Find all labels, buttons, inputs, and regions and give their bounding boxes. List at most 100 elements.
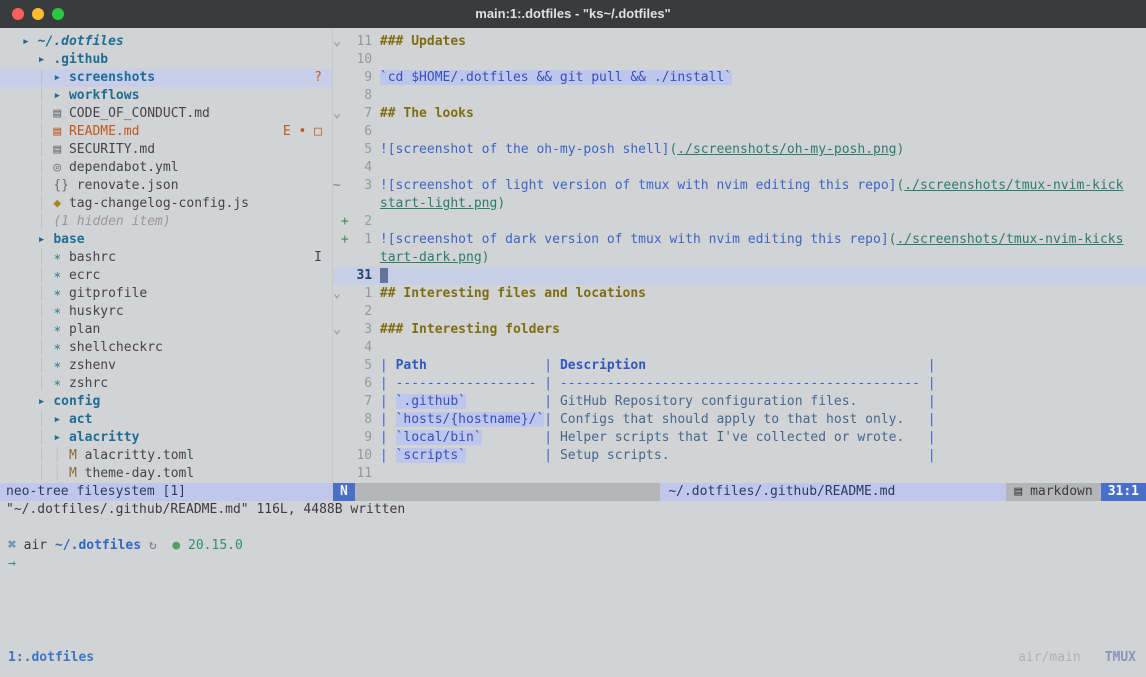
line-content: ### Updates	[380, 33, 1124, 51]
editor-line[interactable]: 5 ![screenshot of the oh-my-posh shell](…	[333, 141, 1146, 159]
expander-open-icon: ▸	[38, 394, 54, 409]
tree-item-zshrc[interactable]: │ ∗ zshrc	[0, 375, 332, 393]
tree-item-label: (1 hidden item)	[53, 214, 170, 229]
line-content: ## Interesting files and locations	[380, 285, 1124, 303]
editor-pane: ⌄ 11 ### Updates 10 9 `cd $HOME/.dotfile…	[333, 28, 1146, 501]
fold-column	[333, 303, 341, 321]
editor-line[interactable]: 11	[333, 465, 1146, 483]
indent-guide: │	[22, 214, 53, 229]
fold-column	[333, 339, 341, 357]
line-content: ### Interesting folders	[380, 321, 1124, 339]
minimize-button[interactable]	[32, 8, 44, 20]
sign-column	[341, 123, 349, 141]
editor-line[interactable]: +2	[333, 213, 1146, 231]
indent-guide: │	[22, 322, 53, 337]
markdown-icon: ▤	[1014, 484, 1022, 499]
tree-item-theme-day-toml[interactable]: │ │ M theme-day.toml	[0, 465, 332, 483]
nvim-area: ▸ ~/.dotfiles ▸ .github │ ▸ screenshots?…	[0, 28, 1146, 501]
shell-area[interactable]: ⌘ air ~/.dotfiles ↻ ● 20.15.0 →	[0, 537, 1146, 573]
fold-column	[333, 51, 341, 69]
tree-item-alacritty-toml[interactable]: │ │ M alacritty.toml	[0, 447, 332, 465]
fold-column	[333, 123, 341, 141]
line-number: 1	[349, 231, 372, 249]
editor-line[interactable]: 8 | `hosts/{hostname}/`| Configs that sh…	[333, 411, 1146, 429]
tree-item-code-of-conduct-md[interactable]: │ ▤ CODE_OF_CONDUCT.md	[0, 105, 332, 123]
tree-item-security-md[interactable]: │ ▤ SECURITY.md	[0, 141, 332, 159]
tree-item-huskyrc[interactable]: │ ∗ huskyrc	[0, 303, 332, 321]
editor-line[interactable]: 8	[333, 87, 1146, 105]
statusline: N ⎇ main▤ +2 ~1◆ E1 ⊙ +++ ~/.dotfiles/.g…	[333, 483, 1146, 501]
editor-line[interactable]: ~ 3 ![screenshot of light version of tmu…	[333, 177, 1146, 213]
editor-line[interactable]: 9 | `local/bin` | Helper scripts that I'…	[333, 429, 1146, 447]
tree-item-renovate-json[interactable]: │ {} renovate.json	[0, 177, 332, 195]
tree-item-1-hidden-item[interactable]: │ (1 hidden item)	[0, 213, 332, 231]
tree-item-ecrc[interactable]: │ ∗ ecrc	[0, 267, 332, 285]
toml-file-icon: M	[69, 466, 85, 481]
close-button[interactable]	[12, 8, 24, 20]
tree-item-workflows[interactable]: │ ▸ workflows	[0, 87, 332, 105]
tree-item-status-badge: ?	[314, 69, 322, 87]
sign-column	[341, 357, 349, 375]
editor-line[interactable]: ⌄ 7 ## The looks	[333, 105, 1146, 123]
editor-line[interactable]: ⌄ 11 ### Updates	[333, 33, 1146, 51]
tree-item-shellcheckrc[interactable]: │ ∗ shellcheckrc	[0, 339, 332, 357]
editor-line[interactable]: 10 | `scripts` | Setup scripts. |	[333, 447, 1146, 465]
sign-column	[341, 159, 349, 177]
tree-item-label: theme-day.toml	[85, 466, 195, 481]
editor-line[interactable]: 4	[333, 159, 1146, 177]
tree-item-base[interactable]: ▸ base	[0, 231, 332, 249]
tree-item-gitprofile[interactable]: │ ∗ gitprofile	[0, 285, 332, 303]
tree-item-dependabot-yml[interactable]: │ ◎ dependabot.yml	[0, 159, 332, 177]
editor-line[interactable]: 10	[333, 51, 1146, 69]
filetype-indicator: ▤ markdown	[1006, 483, 1100, 501]
line-number: 5	[349, 141, 372, 159]
folder-icon: ▸	[53, 412, 69, 427]
line-content: | ------------------ | -----------------…	[380, 375, 1124, 393]
editor-cursor-line[interactable]: 31	[333, 267, 1146, 285]
editor-line[interactable]: 5 | Path | Description |	[333, 357, 1146, 375]
neotree-panel[interactable]: ▸ ~/.dotfiles ▸ .github │ ▸ screenshots?…	[0, 28, 332, 483]
tree-item-zshenv[interactable]: │ ∗ zshenv	[0, 357, 332, 375]
line-content: | `hosts/{hostname}/`| Configs that shou…	[380, 411, 1124, 429]
line-number: 11	[349, 33, 372, 51]
tree-item-label: config	[53, 394, 100, 409]
editor-line[interactable]: ⌄ 1 ## Interesting files and locations	[333, 285, 1146, 303]
tree-item-github[interactable]: ▸ .github	[0, 51, 332, 69]
markdown-file-icon: ▤	[53, 124, 69, 139]
expander-open-icon: ▸	[53, 430, 69, 445]
fullscreen-button[interactable]	[52, 8, 64, 20]
indent-guide: │	[22, 340, 53, 355]
apple-icon: ⌘	[8, 538, 24, 553]
line-number: 8	[349, 411, 372, 429]
editor-line[interactable]: +1 ![screenshot of dark version of tmux …	[333, 231, 1146, 267]
tmux-window-item[interactable]: 1:.dotfiles	[8, 649, 94, 667]
editor-line[interactable]: 6 | ------------------ | ---------------…	[333, 375, 1146, 393]
tree-item-bashrc[interactable]: │ ∗ bashrcI	[0, 249, 332, 267]
editor-line[interactable]: 7 | `.github` | GitHub Repository config…	[333, 393, 1146, 411]
editor-line[interactable]: 4	[333, 339, 1146, 357]
tree-item-act[interactable]: │ ▸ act	[0, 411, 332, 429]
tree-item-label: dependabot.yml	[69, 160, 179, 175]
fold-column	[333, 393, 341, 411]
line-content: ![screenshot of the oh-my-posh shell](./…	[380, 141, 1124, 159]
sign-column	[341, 321, 349, 339]
tree-item-dotfiles[interactable]: ▸ ~/.dotfiles	[0, 33, 332, 51]
editor-buffer[interactable]: ⌄ 11 ### Updates 10 9 `cd $HOME/.dotfile…	[333, 28, 1146, 483]
editor-line[interactable]: 6	[333, 123, 1146, 141]
tree-item-alacritty[interactable]: │ ▸ alacritty	[0, 429, 332, 447]
tree-item-plan[interactable]: │ ∗ plan	[0, 321, 332, 339]
json-file-icon: {}	[53, 178, 76, 193]
tree-item-status-badge: E • □	[283, 123, 322, 141]
tree-item-readme-md[interactable]: │ ▤ README.mdE • □	[0, 123, 332, 141]
editor-line[interactable]: 9 `cd $HOME/.dotfiles && git pull && ./i…	[333, 69, 1146, 87]
terminal-window: main:1:.dotfiles - "ks~/.dotfiles" ▸ ~/.…	[0, 0, 1146, 677]
line-content: ![screenshot of dark version of tmux wit…	[380, 231, 1124, 267]
tree-item-config[interactable]: ▸ config	[0, 393, 332, 411]
tree-item-tag-changelog-config-js[interactable]: │ ◆ tag-changelog-config.js	[0, 195, 332, 213]
tree-item-screenshots[interactable]: │ ▸ screenshots?	[0, 69, 332, 87]
shell-config-icon: ∗	[53, 322, 69, 337]
editor-line[interactable]: ⌄ 3 ### Interesting folders	[333, 321, 1146, 339]
editor-line[interactable]: 2	[333, 303, 1146, 321]
indent-guide: │	[22, 70, 53, 85]
indent-guide: │	[22, 160, 53, 175]
